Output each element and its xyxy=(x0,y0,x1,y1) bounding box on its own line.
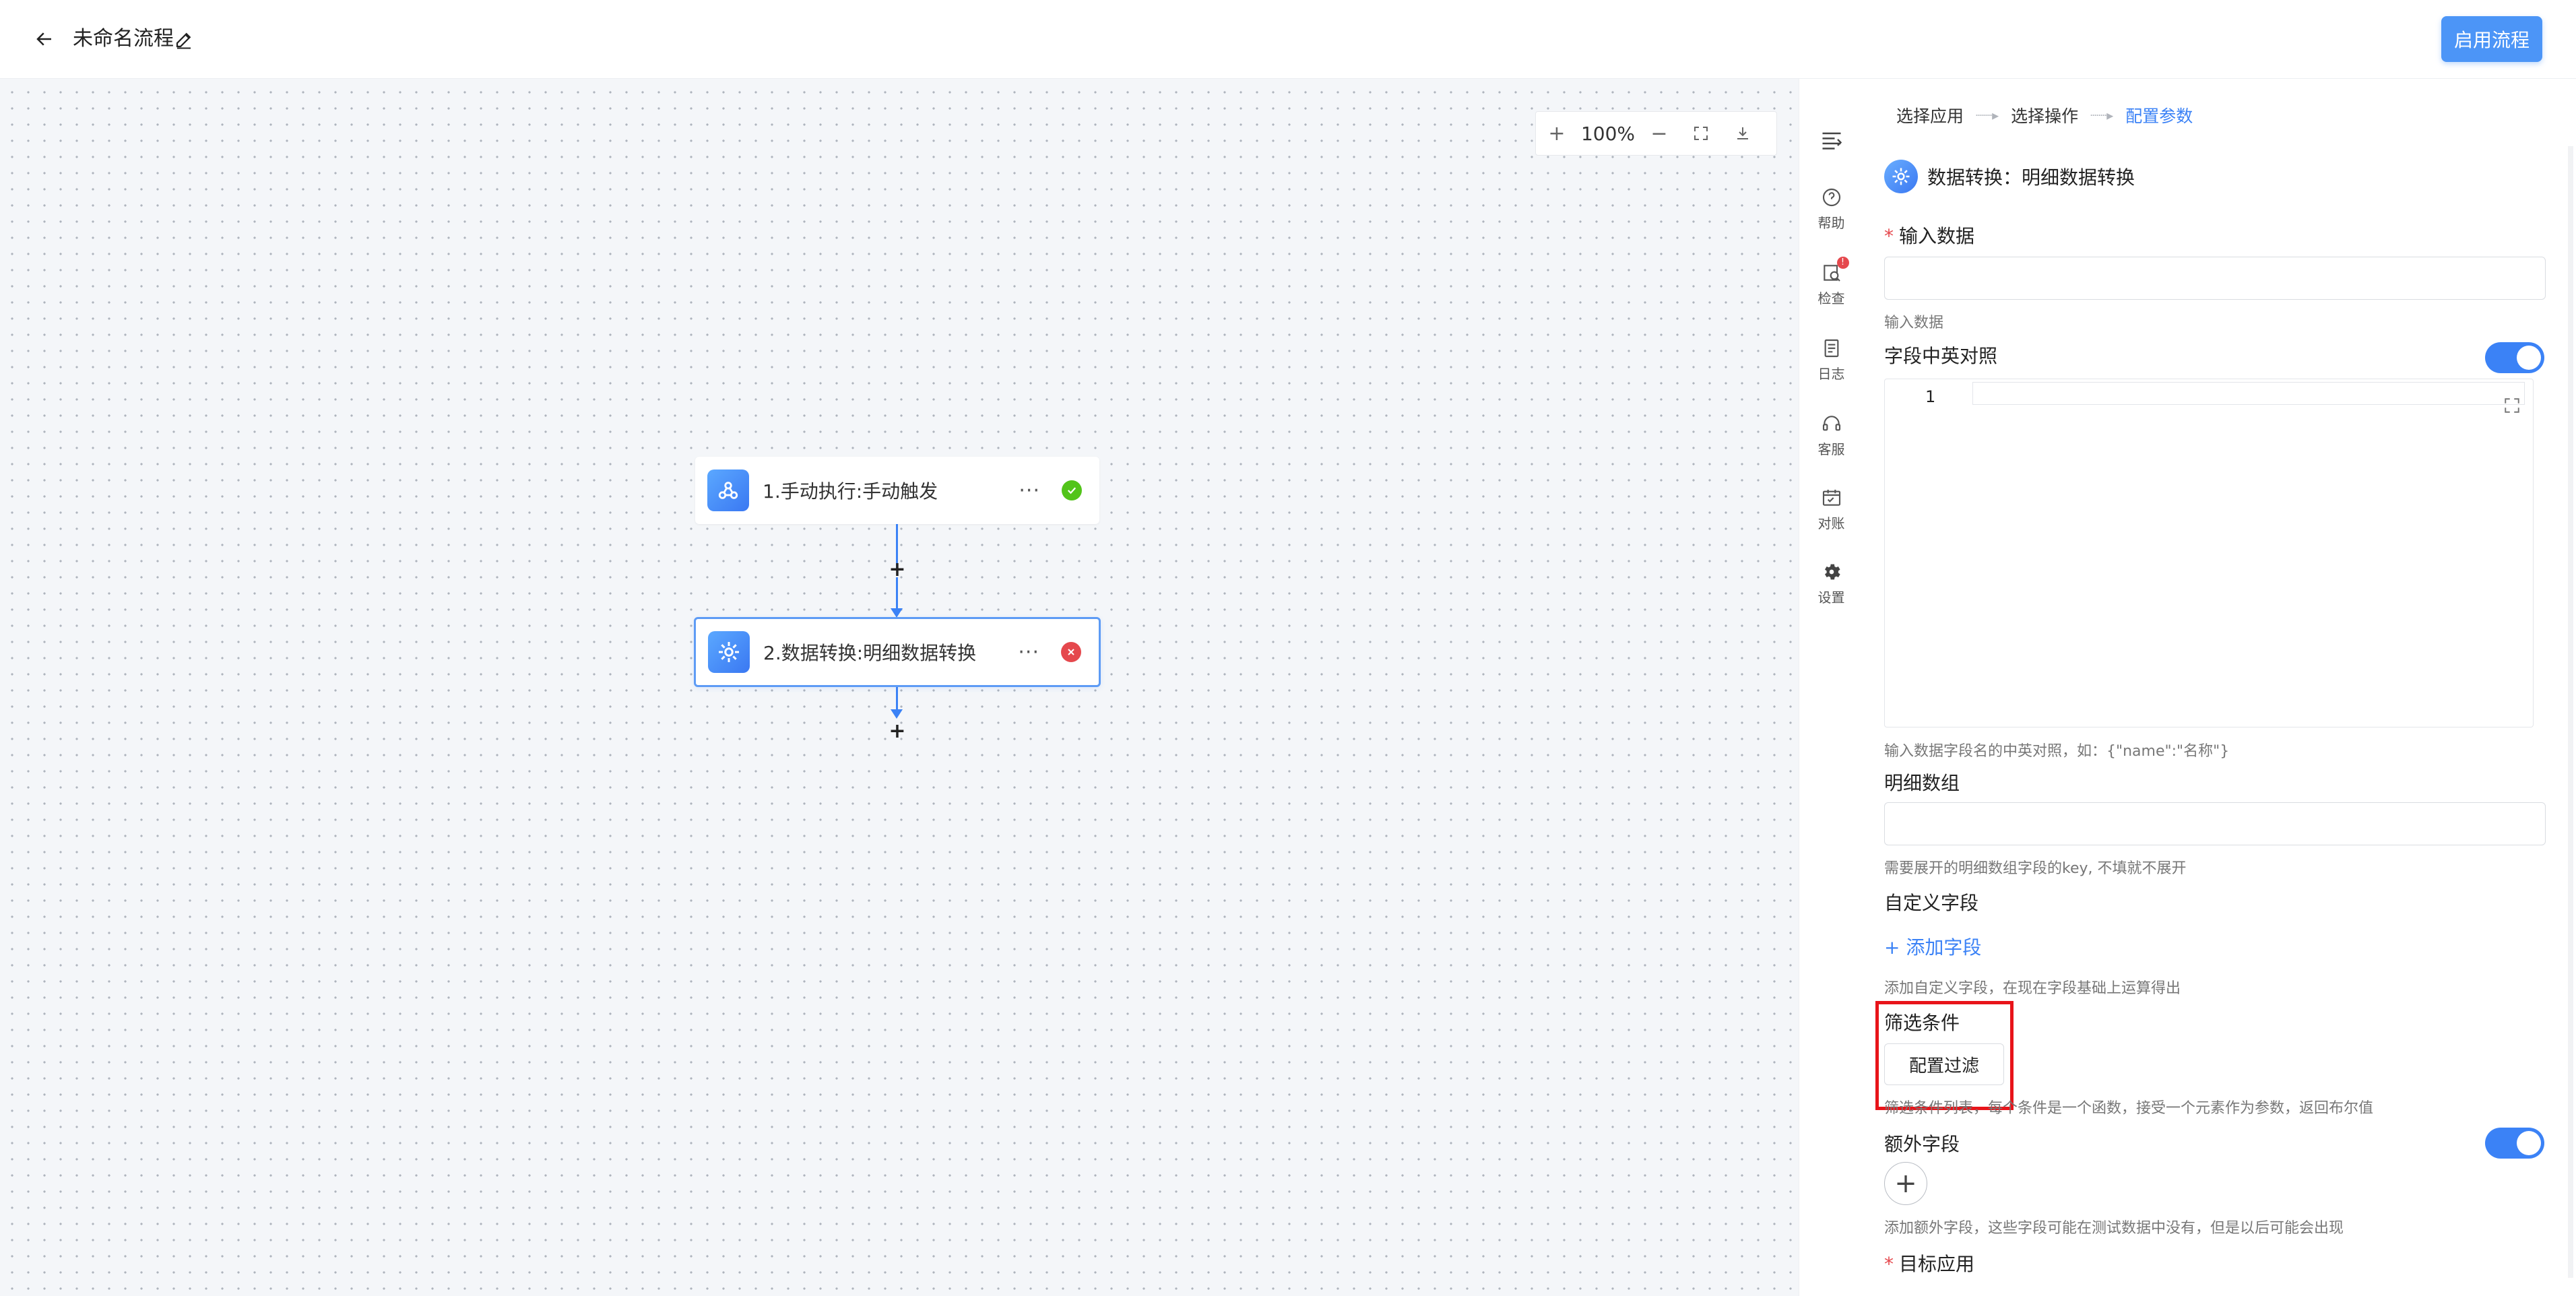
detail-array-input[interactable] xyxy=(1884,802,2546,845)
add-field-link[interactable]: + 添加字段 xyxy=(1884,933,1981,960)
extra-fields-toggle[interactable] xyxy=(2485,1128,2544,1159)
config-panel: 选择应用 ┈┈▸ 选择操作 ┈┈▸ 配置参数 数据转换：明细数据转换 * 输入数据… xyxy=(1863,79,2576,1296)
input-data-label: * 输入数据 xyxy=(1884,225,1975,247)
step-select-app[interactable]: 选择应用 xyxy=(1890,103,1970,127)
download-icon[interactable] xyxy=(1722,111,1764,156)
transform-gear-icon xyxy=(708,631,750,673)
sidebar-item-help[interactable]: 帮助 xyxy=(1799,187,1863,232)
back-arrow-icon[interactable] xyxy=(30,24,59,54)
connector-line xyxy=(896,577,898,610)
field-map-label: 字段中英对照 xyxy=(1884,345,1998,367)
step-arrow-icon: ┈┈▸ xyxy=(2090,107,2114,123)
detail-array-label: 明细数组 xyxy=(1884,772,1960,794)
help-icon xyxy=(1822,188,1840,207)
edit-icon[interactable] xyxy=(174,30,194,50)
highlight-box xyxy=(1875,1001,2014,1110)
connector-line xyxy=(896,687,898,711)
custom-fields-help: 添加自定义字段，在现在字段基础上运算得出 xyxy=(1884,980,2181,997)
step-breadcrumb: 选择应用 ┈┈▸ 选择操作 ┈┈▸ 配置参数 xyxy=(1890,103,2199,127)
sidebar-item-log[interactable]: 日志 xyxy=(1799,337,1863,383)
extra-fields-help: 添加额外字段，这些字段可能在测试数据中没有，但是以后可能会出现 xyxy=(1884,1220,2344,1237)
tool-sidebar: 帮助 ! 检查 日志 客服 对账 设置 xyxy=(1799,79,1863,1296)
current-line[interactable] xyxy=(1972,382,2525,405)
add-node-button[interactable]: + xyxy=(887,721,907,742)
target-app-label: * 目标应用 xyxy=(1884,1253,1975,1275)
more-icon[interactable]: ··· xyxy=(1019,479,1040,503)
connector-arrow xyxy=(891,608,903,618)
detail-array-help: 需要展开的明细数组字段的key, 不填就不展开 xyxy=(1884,860,2187,877)
sidebar-label: 设置 xyxy=(1817,589,1845,606)
sidebar-item-settings[interactable]: 设置 xyxy=(1799,561,1863,606)
alert-badge: ! xyxy=(1836,257,1849,269)
sidebar-item-check[interactable]: ! 检查 xyxy=(1799,257,1863,307)
top-bar: 未命名流程 启用流程 xyxy=(0,0,2576,79)
zoom-out-button[interactable]: − xyxy=(1638,111,1680,156)
field-map-help: 输入数据字段名的中英对照，如：{"name":"名称"} xyxy=(1884,743,2230,760)
flow-canvas[interactable]: + 100% − 1.手动执行:手动触发 ··· + 2.数据转换:明细数据转换… xyxy=(0,79,1799,1296)
filter-help: 筛选条件列表，每个条件是一个函数，接受一个元素作为参数，返回布尔值 xyxy=(1884,1100,2374,1117)
line-number: 1 xyxy=(1925,387,1936,406)
success-check-icon xyxy=(1062,480,1082,500)
headset-icon xyxy=(1822,416,1840,431)
reconcile-icon xyxy=(1822,490,1840,506)
fullscreen-icon[interactable] xyxy=(2503,397,2521,414)
sidebar-item-support[interactable]: 客服 xyxy=(1799,413,1863,458)
panel-scrollbar[interactable] xyxy=(2568,146,2573,1278)
flow-title: 未命名流程 xyxy=(73,27,174,51)
config-header: 数据转换：明细数据转换 xyxy=(1884,160,2135,193)
fit-view-icon[interactable] xyxy=(1680,111,1722,156)
zoom-toolbar: + 100% − xyxy=(1535,111,1777,156)
zoom-in-button[interactable]: + xyxy=(1536,111,1578,156)
field-map-code-editor[interactable]: 1 xyxy=(1884,379,2534,727)
error-close-icon xyxy=(1061,642,1081,662)
sidebar-label: 对账 xyxy=(1817,515,1845,531)
transform-gear-icon xyxy=(1884,160,1918,193)
log-icon xyxy=(1824,339,1838,358)
node-label: 2.数据转换:明细数据转换 xyxy=(763,642,977,664)
custom-fields-label: 自定义字段 xyxy=(1884,892,1979,914)
collapse-menu-icon[interactable] xyxy=(1799,127,1863,152)
more-icon[interactable]: ··· xyxy=(1018,641,1039,664)
sidebar-item-reconcile[interactable]: 对账 xyxy=(1799,487,1863,532)
node-label: 1.手动执行:手动触发 xyxy=(763,480,938,503)
webhook-icon xyxy=(707,469,749,511)
flow-node-transform[interactable]: 2.数据转换:明细数据转换 ··· xyxy=(694,617,1101,687)
add-extra-field-button[interactable]: + xyxy=(1884,1162,1927,1205)
sidebar-label: 帮助 xyxy=(1817,215,1845,231)
input-data-field[interactable] xyxy=(1884,257,2546,300)
flow-node-trigger[interactable]: 1.手动执行:手动触发 ··· xyxy=(695,457,1099,524)
field-map-toggle[interactable] xyxy=(2485,342,2544,373)
extra-fields-label: 额外字段 xyxy=(1884,1133,1960,1155)
connector-arrow xyxy=(891,709,903,719)
sidebar-label: 检查 xyxy=(1817,290,1845,306)
enable-flow-button[interactable]: 启用流程 xyxy=(2441,16,2542,62)
step-arrow-icon: ┈┈▸ xyxy=(1976,107,1999,123)
sidebar-label: 客服 xyxy=(1817,441,1845,457)
step-select-action[interactable]: 选择操作 xyxy=(2004,103,2085,127)
config-title: 数据转换：明细数据转换 xyxy=(1927,166,2135,189)
sidebar-label: 日志 xyxy=(1817,366,1845,382)
gear-icon xyxy=(1824,564,1840,580)
step-config-params[interactable]: 配置参数 xyxy=(2119,103,2199,127)
zoom-level: 100% xyxy=(1580,122,1636,145)
input-data-help: 输入数据 xyxy=(1884,315,1944,331)
